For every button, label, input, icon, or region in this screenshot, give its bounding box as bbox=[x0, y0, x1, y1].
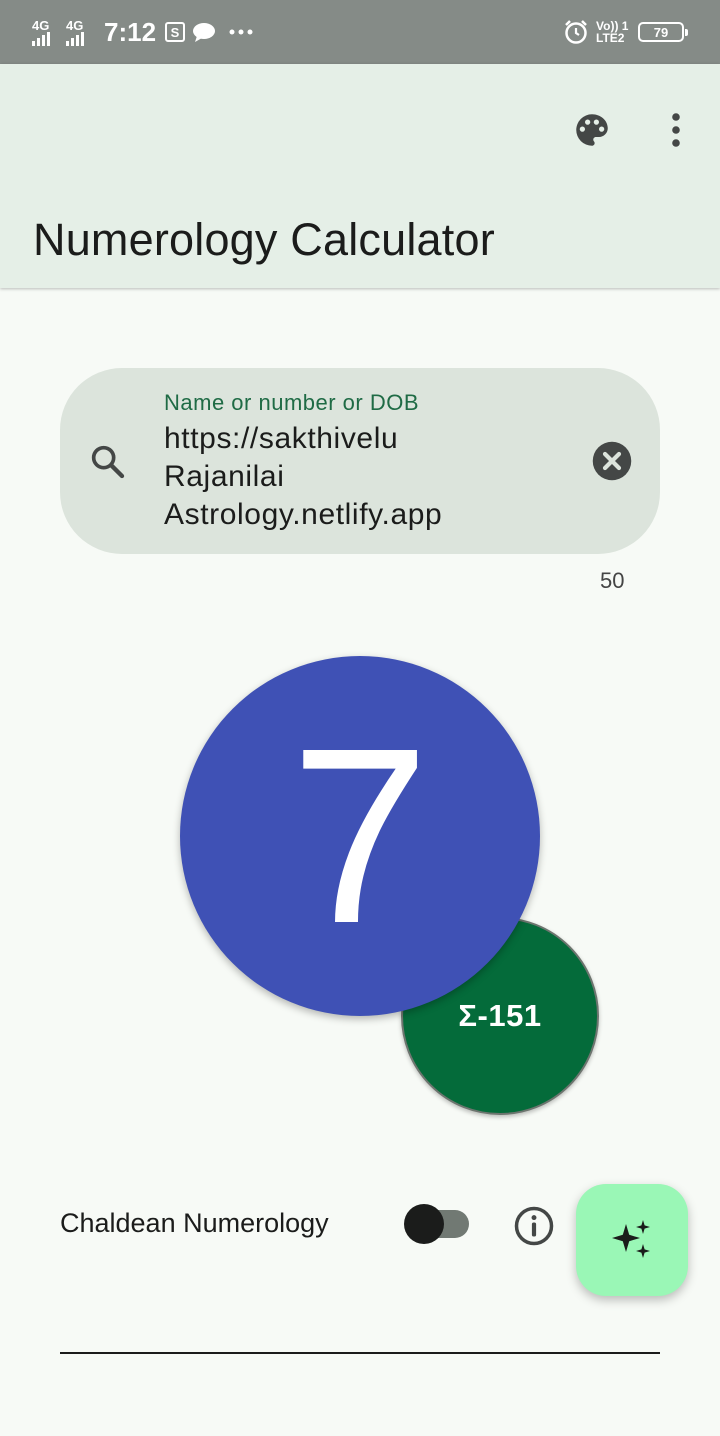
battery-level: 79 bbox=[638, 22, 688, 42]
search-field[interactable]: Name or number or DOB https://sakthivelu… bbox=[60, 368, 660, 554]
chaldean-toggle-thumb[interactable] bbox=[404, 1204, 444, 1244]
message-bubble-icon bbox=[192, 0, 216, 64]
result-circle: 7 bbox=[180, 656, 540, 1016]
more-vert-icon[interactable] bbox=[656, 104, 696, 156]
signal-1-label: 4G bbox=[32, 17, 50, 33]
signal-indicator-1: 4G bbox=[32, 0, 50, 64]
search-icon bbox=[86, 440, 128, 482]
alarm-clock-icon bbox=[563, 0, 589, 64]
search-field-label: Name or number or DOB bbox=[164, 390, 420, 415]
character-counter: 50 bbox=[600, 568, 625, 593]
bottom-divider bbox=[60, 1352, 660, 1354]
network-type: Vo)) 1 LTE2 bbox=[596, 0, 628, 64]
signal-indicator-2: 4G bbox=[66, 0, 84, 64]
sparkle-fab[interactable] bbox=[576, 1184, 688, 1296]
search-input[interactable]: https://sakthivelu Rajanilai Astrology.n… bbox=[164, 420, 564, 534]
svg-text:S: S bbox=[171, 25, 180, 40]
sparkles-icon bbox=[612, 1220, 650, 1258]
status-bar: 4G 4G 7:12 S Vo)) 1 LTE2 79 bbox=[0, 0, 720, 64]
chaldean-numerology-label: Chaldean Numerology bbox=[60, 1208, 329, 1238]
more-dots-icon bbox=[229, 0, 253, 64]
palette-icon[interactable] bbox=[566, 104, 618, 156]
clear-icon[interactable] bbox=[590, 439, 634, 483]
battery-indicator: 79 bbox=[638, 0, 688, 64]
app-bar: Numerology Calculator bbox=[0, 64, 720, 288]
result-number: 7 bbox=[290, 696, 430, 975]
sum-value: Σ-151 bbox=[458, 998, 542, 1033]
info-icon[interactable] bbox=[512, 1204, 556, 1248]
app-title: Numerology Calculator bbox=[33, 214, 495, 265]
screenshot-icon: S bbox=[164, 0, 186, 64]
status-clock: 7:12 bbox=[104, 16, 157, 47]
network-bottom-label: LTE2 bbox=[596, 31, 625, 45]
signal-2-label: 4G bbox=[66, 17, 84, 33]
